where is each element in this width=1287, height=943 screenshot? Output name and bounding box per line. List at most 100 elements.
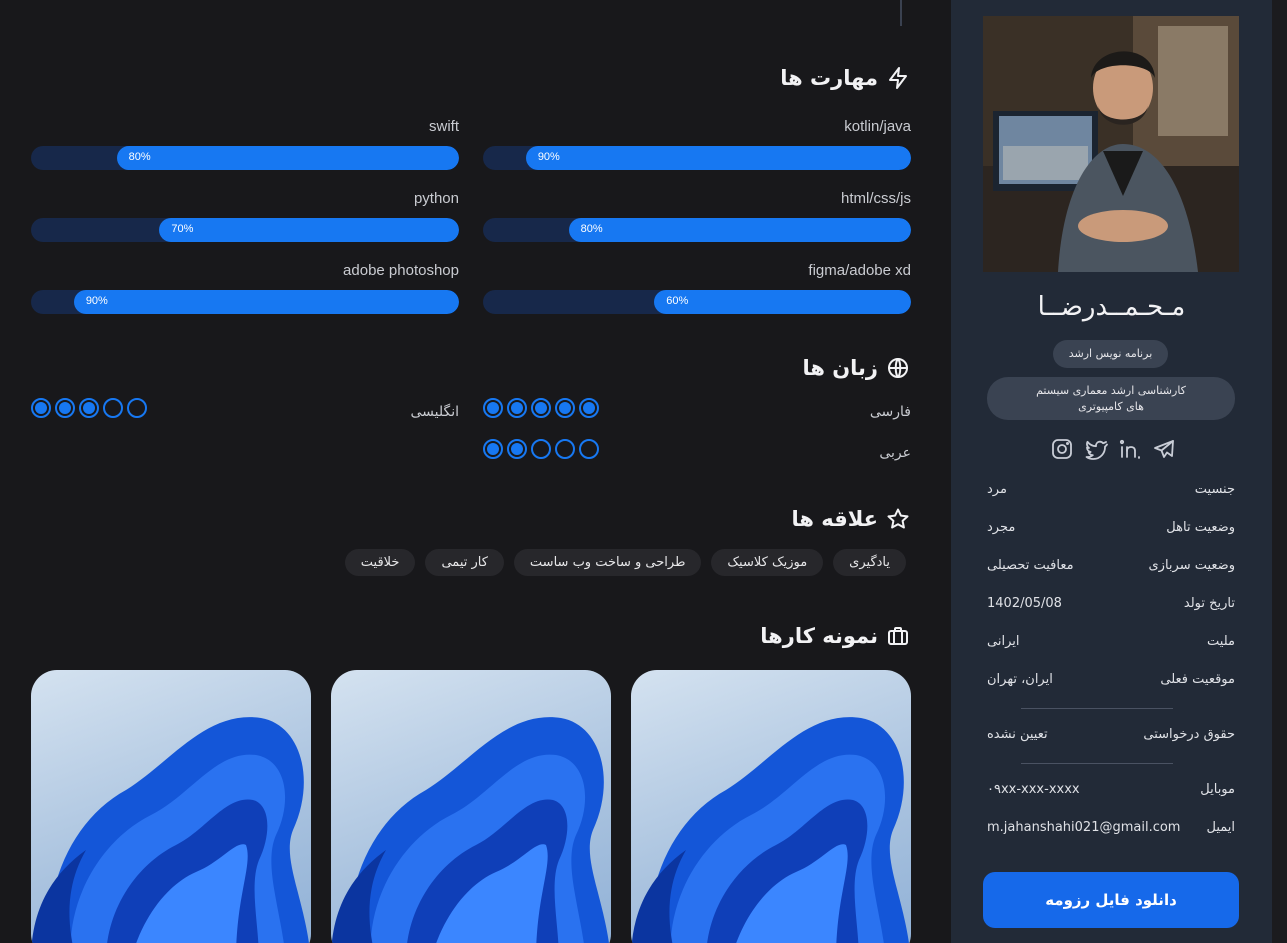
skill-html-css-js: html/css/js 80% bbox=[483, 190, 911, 242]
skill-percent: 80% bbox=[128, 151, 151, 163]
language-row-english: انگلیسی bbox=[31, 398, 459, 424]
divider bbox=[900, 0, 902, 26]
globe-icon bbox=[888, 358, 908, 378]
portfolio-item[interactable] bbox=[331, 670, 611, 943]
twitter-link[interactable] bbox=[1083, 436, 1109, 462]
skill-percent: 80% bbox=[580, 223, 603, 235]
download-resume-button[interactable]: دانلود فایل رزومه bbox=[983, 872, 1239, 928]
skill-label: kotlin/java bbox=[844, 118, 911, 135]
mobile-value[interactable]: ۰۹xx-xxx-xxxx bbox=[987, 782, 1080, 797]
divider bbox=[1021, 763, 1173, 764]
skill-progress-fill: 70% bbox=[159, 218, 459, 242]
portfolio-item[interactable] bbox=[31, 670, 311, 943]
level-dot-filled bbox=[507, 439, 527, 459]
info-row-email: ایمیل m.jahanshahi021@gmail.com bbox=[987, 820, 1235, 840]
info-row-location: موقعیت فعلی ایران، تهران bbox=[987, 672, 1235, 692]
info-value: ایران، تهران bbox=[987, 672, 1053, 687]
info-key: وضعیت سربازی bbox=[1148, 558, 1235, 573]
level-dot-filled bbox=[79, 398, 99, 418]
degree-badge: کارشناسی ارشد معماری سیستم های کامپیوتری bbox=[987, 377, 1235, 420]
skill-python: python 70% bbox=[31, 190, 459, 242]
divider bbox=[1021, 708, 1173, 709]
interests-heading: علاقه ها bbox=[791, 507, 910, 531]
interest-chip: یادگیری bbox=[833, 549, 906, 576]
skills-title: مهارت ها bbox=[780, 66, 878, 90]
languages-title: زبان ها bbox=[802, 356, 878, 380]
linkedin-link[interactable] bbox=[1117, 436, 1143, 462]
info-value: معافیت تحصیلی bbox=[987, 558, 1074, 573]
skill-label: adobe photoshop bbox=[343, 262, 459, 279]
skill-label: python bbox=[413, 190, 459, 207]
skill-label: html/css/js bbox=[840, 190, 911, 207]
twitter-icon bbox=[1085, 440, 1108, 460]
skill-progress-track: 90% bbox=[31, 290, 459, 314]
profile-photo bbox=[983, 16, 1239, 272]
windows-bloom-artwork bbox=[631, 717, 909, 943]
language-level bbox=[31, 398, 147, 418]
level-dot-filled bbox=[507, 398, 527, 418]
info-key: موبایل bbox=[1200, 782, 1235, 797]
language-row-arabic: عربی bbox=[483, 439, 911, 465]
level-dot-empty bbox=[103, 398, 123, 418]
info-row-birthdate: تاریخ تولد 1402/05/08 bbox=[987, 596, 1235, 616]
skill-progress-track: 80% bbox=[31, 146, 459, 170]
portfolio-title: نمونه کارها bbox=[760, 624, 878, 648]
language-row-farsi: فارسی bbox=[483, 398, 911, 424]
interests-title: علاقه ها bbox=[791, 507, 878, 531]
skill-progress-track: 80% bbox=[483, 218, 911, 242]
telegram-link[interactable] bbox=[1151, 436, 1177, 462]
skill-progress-fill: 80% bbox=[568, 218, 911, 242]
interest-chip: طراحی و ساخت وب ساست bbox=[513, 549, 702, 576]
info-key: تاریخ تولد bbox=[1183, 596, 1235, 611]
skill-progress-fill: 90% bbox=[73, 290, 459, 314]
role-badge: برنامه نویس ارشد bbox=[1053, 340, 1168, 368]
scrollbar[interactable] bbox=[1272, 0, 1287, 943]
windows-bloom-artwork bbox=[331, 717, 609, 943]
lightning-icon bbox=[889, 67, 907, 89]
interest-chips: یادگیری موزیک کلاسیک طراحی و ساخت وب ساس… bbox=[344, 549, 906, 576]
profile-sidebar: مـحـمــدرضــا برنامه نویس ارشد کارشناسی … bbox=[951, 0, 1272, 943]
level-dot-filled bbox=[31, 398, 51, 418]
language-name: انگلیسی bbox=[410, 404, 459, 420]
info-key: جنسیت bbox=[1194, 482, 1235, 497]
windows-bloom-artwork bbox=[31, 717, 309, 943]
info-row-gender: جنسیت مرد bbox=[987, 482, 1235, 502]
info-row-military: وضعیت سربازی معافیت تحصیلی bbox=[987, 558, 1235, 578]
portfolio-item[interactable] bbox=[631, 670, 911, 943]
info-key: وضعیت تاهل bbox=[1166, 520, 1235, 535]
level-dot-filled bbox=[483, 398, 503, 418]
level-dot-filled bbox=[55, 398, 75, 418]
instagram-link[interactable] bbox=[1049, 436, 1075, 462]
avatar bbox=[983, 16, 1239, 272]
info-key: موقعیت فعلی bbox=[1160, 672, 1235, 687]
language-level bbox=[483, 398, 599, 418]
telegram-icon bbox=[1154, 440, 1174, 458]
skill-progress-fill: 80% bbox=[116, 146, 459, 170]
language-name: فارسی bbox=[869, 404, 911, 420]
skill-percent: 90% bbox=[85, 295, 108, 307]
info-value: ایرانی bbox=[987, 634, 1020, 649]
info-row-salary: حقوق درخواستی تعیین نشده bbox=[987, 727, 1235, 747]
level-dot-empty bbox=[579, 439, 599, 459]
interest-chip: کار تیمی bbox=[425, 549, 504, 576]
skill-label: swift bbox=[429, 118, 459, 135]
info-key: ایمیل bbox=[1206, 820, 1235, 835]
skill-progress-fill: 90% bbox=[525, 146, 911, 170]
interest-chip: موزیک کلاسیک bbox=[711, 549, 824, 576]
linkedin-icon bbox=[1119, 439, 1140, 459]
level-dot-empty bbox=[555, 439, 575, 459]
skill-swift: swift 80% bbox=[31, 118, 459, 170]
social-links bbox=[1049, 436, 1177, 462]
skill-label: figma/adobe xd bbox=[808, 262, 911, 279]
skill-percent: 70% bbox=[171, 223, 194, 235]
skill-percent: 60% bbox=[666, 295, 689, 307]
skill-figma-adobe-xd: figma/adobe xd 60% bbox=[483, 262, 911, 314]
profile-name: مـحـمــدرضــا bbox=[1037, 292, 1186, 322]
level-dot-filled bbox=[483, 439, 503, 459]
level-dot-empty bbox=[127, 398, 147, 418]
instagram-icon bbox=[1052, 439, 1072, 459]
info-value: 1402/05/08 bbox=[987, 596, 1062, 611]
email-value[interactable]: m.jahanshahi021@gmail.com bbox=[987, 820, 1180, 835]
skill-progress-fill: 60% bbox=[654, 290, 911, 314]
info-row-marital: وضعیت تاهل مجرد bbox=[987, 520, 1235, 540]
